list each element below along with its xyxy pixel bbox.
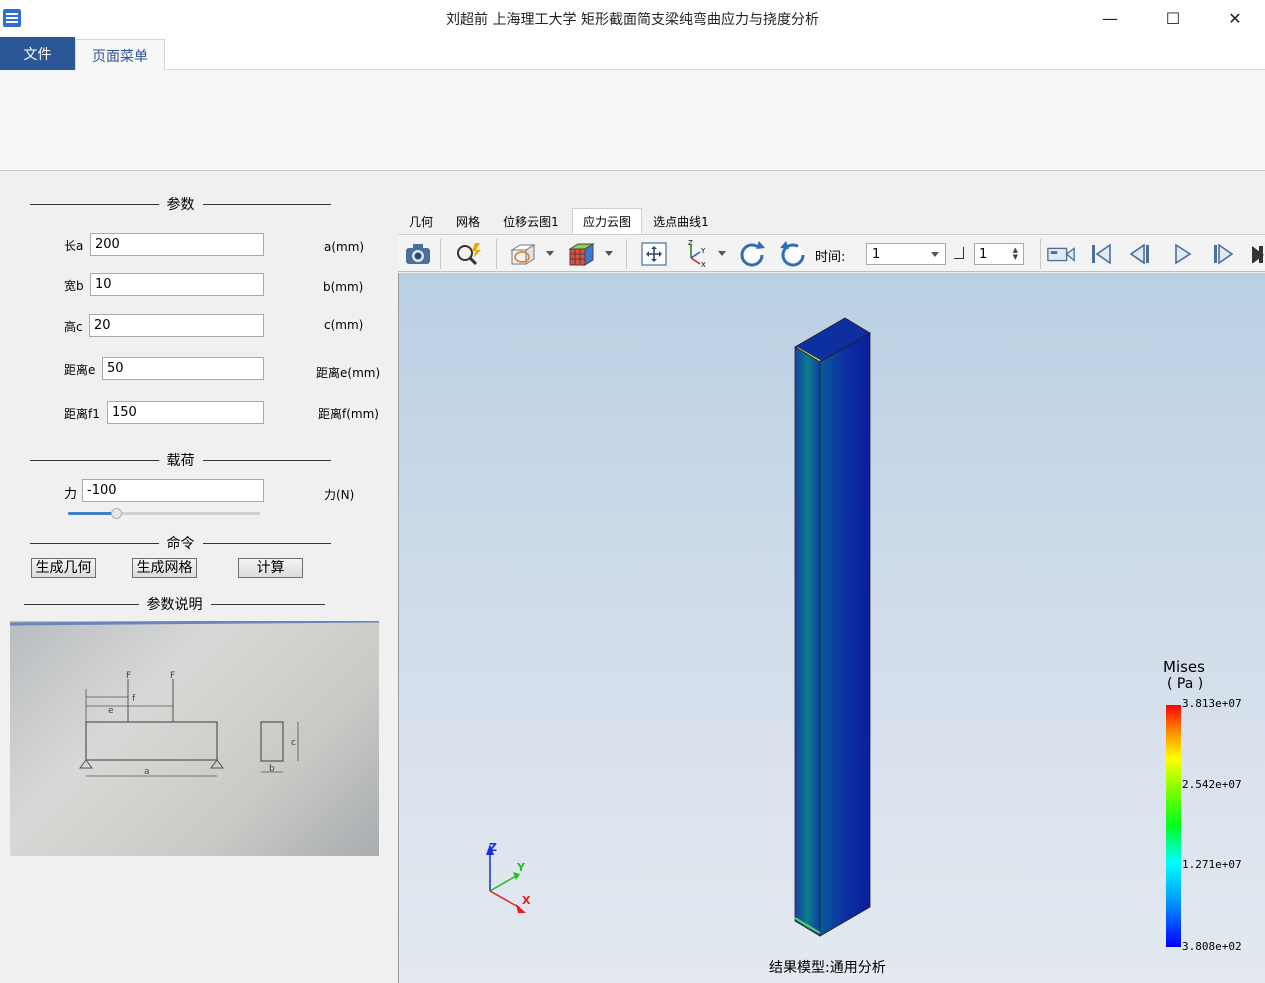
rotate-cw-icon[interactable] xyxy=(737,240,767,268)
beam-side-face xyxy=(819,332,871,937)
param-unit-e: 距离e(mm) xyxy=(316,366,381,380)
spinner-arrows-icon[interactable]: ▲ ▼ xyxy=(1013,247,1018,261)
tab-page-menu[interactable]: 页面菜单 xyxy=(75,39,165,71)
param-unit-b: b(mm) xyxy=(323,280,364,294)
stress-viewport[interactable]: Z Y X Mises ( Pa ) 3.813e+07 2.542e+07 1… xyxy=(398,273,1265,983)
sketch-label-F1: F xyxy=(126,671,131,681)
view-cube-icon[interactable] xyxy=(508,240,538,268)
axis-y-label: Y xyxy=(516,861,526,874)
param-label-e: 距离e xyxy=(64,363,96,377)
time-select-value: 1 xyxy=(872,247,881,262)
param-f1-input[interactable]: 150 xyxy=(107,401,264,424)
maximize-button[interactable]: ☐ xyxy=(1143,0,1203,37)
tab-displacement-contour[interactable]: 位移云图1 xyxy=(498,208,564,234)
sketch-label-a: a xyxy=(144,767,150,777)
load-section-title: 载荷 xyxy=(30,450,331,470)
camera-icon[interactable] xyxy=(403,240,433,268)
sketch-label-F2: F xyxy=(170,671,175,681)
tab-mesh[interactable]: 网格 xyxy=(450,208,486,234)
axis-triad: Z Y X xyxy=(486,841,531,913)
minimize-button[interactable]: — xyxy=(1080,0,1140,37)
beam-front-face xyxy=(794,346,821,937)
force-slider-track[interactable] xyxy=(68,508,260,519)
param-label-b: 宽b xyxy=(64,279,84,293)
force-unit: 力(N) xyxy=(324,488,355,502)
next-frame-icon[interactable] xyxy=(1208,240,1238,268)
svg-text:X: X xyxy=(701,261,706,268)
play-icon[interactable] xyxy=(1168,240,1198,268)
sketch-label-b: b xyxy=(269,764,275,774)
legend-label-2: 2.542e+07 xyxy=(1182,778,1242,791)
param-desc-title: 参数说明 xyxy=(146,597,203,613)
rotate-ccw-icon[interactable] xyxy=(778,240,808,268)
param-desc-section-title: 参数说明 xyxy=(24,594,325,614)
legend-title: Mises xyxy=(1163,658,1205,676)
legend-label-3: 1.271e+07 xyxy=(1182,858,1242,871)
beam-model: Z Y X xyxy=(486,317,1181,947)
last-frame-icon[interactable] xyxy=(1250,245,1265,263)
prev-frame-icon[interactable] xyxy=(1125,240,1155,268)
viewer-tabs: 几何 网格 位移云图1 应力云图 选点曲线1 xyxy=(398,208,1265,234)
axis-icon[interactable]: ZYX xyxy=(681,240,711,268)
param-label-c: 高c xyxy=(64,320,83,334)
sketch-label-c: c xyxy=(291,738,296,748)
legend-unit: ( Pa ) xyxy=(1167,676,1204,692)
force-label: 力 xyxy=(64,487,78,502)
svg-text:Y: Y xyxy=(700,247,706,255)
params-title: 参数 xyxy=(166,197,195,213)
param-unit-a: a(mm) xyxy=(324,240,365,254)
tab-geometry[interactable]: 几何 xyxy=(404,208,438,234)
time-select[interactable]: 1 xyxy=(866,243,946,265)
commands-title: 命令 xyxy=(166,536,195,552)
axis-x-label: X xyxy=(522,894,531,907)
params-section-title: 参数 xyxy=(30,194,331,214)
zoom-icon[interactable] xyxy=(454,240,484,268)
generate-mesh-button[interactable]: 生成网格 xyxy=(132,558,197,578)
force-slider-thumb[interactable] xyxy=(111,508,122,519)
tab-file[interactable]: 文件 xyxy=(0,37,75,70)
tab-stress-contour[interactable]: 应力云图 xyxy=(572,208,642,234)
ribbon-body xyxy=(0,70,1265,171)
step-spinbox-value: 1 xyxy=(979,247,988,262)
tab-point-curve[interactable]: 选点曲线1 xyxy=(648,208,714,234)
param-c-input[interactable]: 20 xyxy=(89,314,264,337)
commands-section-title: 命令 xyxy=(30,533,331,553)
sketch-label-e: e xyxy=(108,706,114,716)
axis-z-label: Z xyxy=(489,841,497,854)
param-e-input[interactable]: 50 xyxy=(102,357,264,380)
param-label-f1: 距离f1 xyxy=(64,407,100,421)
record-icon[interactable] xyxy=(1046,240,1076,268)
time-label: 时间: xyxy=(815,250,846,265)
result-model-label: 结果模型:通用分析 xyxy=(769,960,886,976)
title-bar: 刘超前 上海理工大学 矩形截面简支梁纯弯曲应力与挠度分析 — ☐ ✕ xyxy=(0,0,1265,37)
step-spinbox[interactable]: 1 ▲ ▼ xyxy=(974,243,1024,265)
force-input[interactable]: -100 xyxy=(82,479,264,502)
legend-label-min: 3.808e+02 xyxy=(1182,940,1242,953)
param-unit-c: c(mm) xyxy=(324,318,364,332)
ribbon-tabs: 文件 页面菜单 xyxy=(0,37,1265,71)
param-a-input[interactable]: 200 xyxy=(90,233,264,256)
compute-button[interactable]: 计算 xyxy=(238,558,303,578)
window-title: 刘超前 上海理工大学 矩形截面简支梁纯弯曲应力与挠度分析 xyxy=(446,12,819,28)
step-icon xyxy=(954,247,964,259)
viewer-toolbar: ZYX 时间: 1 1 ▲ ▼ xyxy=(398,234,1265,272)
fit-icon[interactable] xyxy=(639,240,669,268)
close-button[interactable]: ✕ xyxy=(1205,0,1265,37)
generate-geometry-button[interactable]: 生成几何 xyxy=(31,558,96,578)
load-title: 载荷 xyxy=(166,453,195,469)
chevron-down-icon xyxy=(931,252,939,257)
first-frame-icon[interactable] xyxy=(1086,240,1116,268)
param-sketch-photo: F F f e a b c xyxy=(10,621,379,856)
legend-color-bar xyxy=(1166,705,1181,947)
param-label-a: 长a xyxy=(64,239,84,253)
force-slider-fill xyxy=(68,512,116,515)
param-unit-f: 距离f(mm) xyxy=(318,407,379,421)
svg-text:Z: Z xyxy=(688,240,693,247)
color-cube-icon[interactable] xyxy=(566,240,596,268)
param-b-input[interactable]: 10 xyxy=(90,273,264,296)
beam-sketch: F F f e a b c xyxy=(10,621,379,777)
sketch-label-f: f xyxy=(132,694,136,704)
legend-label-max: 3.813e+07 xyxy=(1182,697,1242,710)
